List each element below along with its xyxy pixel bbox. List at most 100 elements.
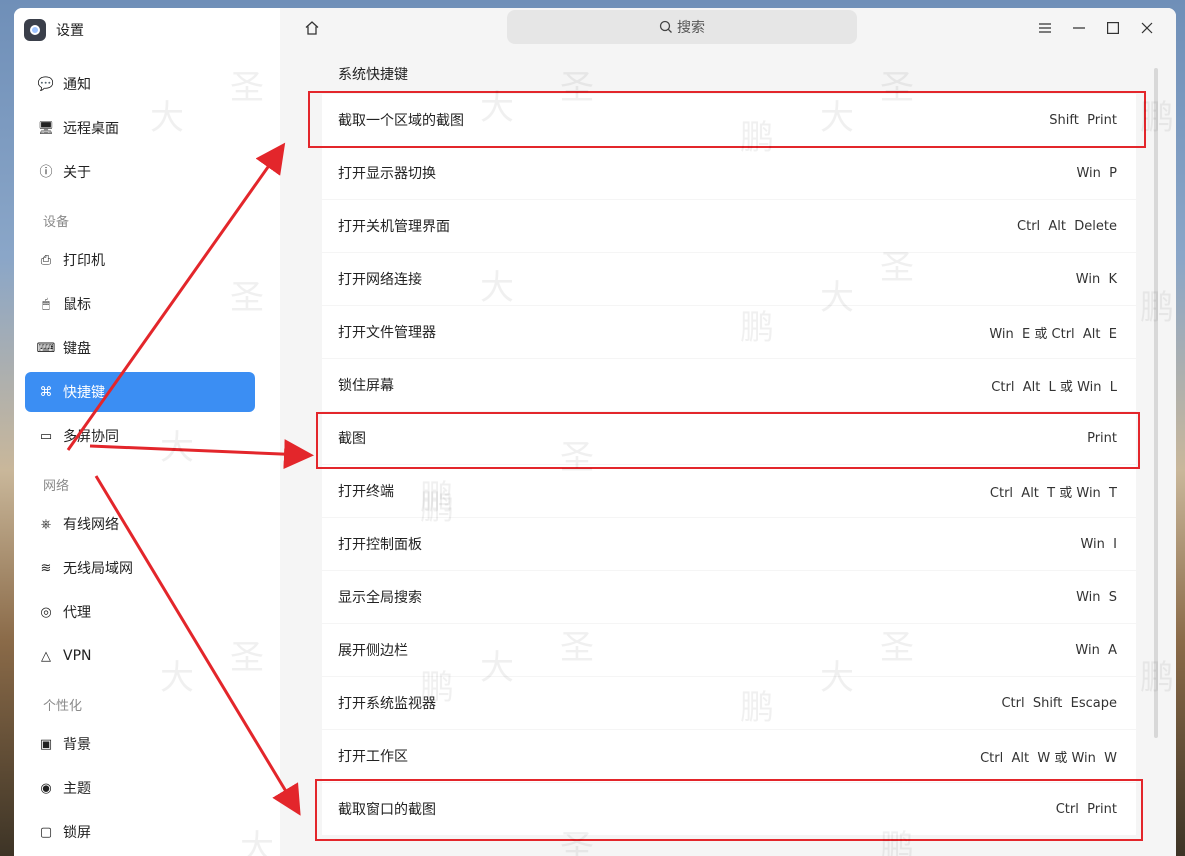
shortcut-name: 截取一个区域的截图 [338, 113, 464, 129]
home-icon [305, 21, 319, 35]
sidebar-item-label: 鼠标 [63, 297, 91, 313]
sidebar: 设置 💬 通知 🖥 远程桌面 ⓘ 关于 设备 ⎙ 打印机 🖱 鼠标 ⌨ 键盘 ⌘ 快捷键 ▭ 多屏协同 网络 ⎈ 有线… [14, 8, 280, 856]
sidebar-nav: 💬 通知 🖥 远程桌面 ⓘ 关于 设备 ⎙ 打印机 🖱 鼠标 ⌨ 键盘 ⌘ 快捷键 ▭ 多屏协同 网络 ⎈ 有线网络 ≋… [25, 64, 255, 856]
sidebar-item-label: 多屏协同 [63, 429, 119, 445]
shortcut-row[interactable]: 截取窗口的截图 Ctrl Print [322, 783, 1136, 835]
search-input[interactable]: 搜索 [507, 10, 857, 44]
shortcut-keys[interactable]: Win E 或 Ctrl Alt E [989, 323, 1117, 342]
image-icon: ▣ [39, 736, 53, 752]
sidebar-item-monitor[interactable]: 🖥 远程桌面 [25, 108, 255, 148]
window-controls [1028, 16, 1164, 40]
lock-screen-icon: ▢ [39, 824, 53, 840]
shortcut-keys[interactable]: Win K [1076, 272, 1117, 287]
sidebar-item-label: 锁屏 [63, 825, 91, 841]
sidebar-item-keyboard[interactable]: ⌨ 键盘 [25, 328, 255, 368]
shortcut-name: 截取窗口的截图 [338, 802, 436, 818]
info-icon: ⓘ [39, 164, 53, 180]
shortcut-name: 打开文件管理器 [338, 325, 436, 341]
sidebar-item-printer[interactable]: ⎙ 打印机 [25, 240, 255, 280]
shortcut-keys[interactable]: Ctrl Alt T 或 Win T [990, 482, 1117, 501]
sidebar-item-wifi[interactable]: ≋ 无线局域网 [25, 548, 255, 588]
sidebar-item-label: VPN [63, 648, 92, 664]
settings-window: 设置 💬 通知 🖥 远程桌面 ⓘ 关于 设备 ⎙ 打印机 🖱 鼠标 ⌨ 键盘 ⌘ 快捷键 ▭ 多屏协同 网络 ⎈ 有线… [14, 8, 1176, 856]
shortcut-name: 打开控制面板 [338, 537, 422, 553]
section-title: 系统快捷键 [338, 67, 408, 83]
mouse-icon: 🖱 [42, 296, 50, 312]
sidebar-item-label: 代理 [63, 605, 91, 621]
titlebar: 搜索 [280, 8, 1176, 48]
home-button[interactable] [302, 18, 322, 38]
monitor-icon: 🖥 [37, 120, 55, 136]
shortcut-row[interactable]: 打开控制面板 Win I [322, 518, 1136, 570]
sidebar-item-proxy[interactable]: ◎ 代理 [25, 592, 255, 632]
sidebar-item-mouse[interactable]: 🖱 鼠标 [25, 284, 255, 324]
sidebar-item-vpn[interactable]: △ VPN [25, 636, 255, 676]
sidebar-item-label: 键盘 [63, 341, 91, 357]
hamburger-icon [1039, 23, 1051, 33]
sidebar-item-image[interactable]: ▣ 背景 [25, 724, 255, 764]
shortcut-row[interactable]: 打开显示器切换 Win P [322, 147, 1136, 199]
sidebar-item-ethernet[interactable]: ⎈ 有线网络 [25, 504, 255, 544]
menu-button[interactable] [1028, 16, 1062, 40]
shortcut-name: 打开系统监视器 [338, 696, 436, 712]
search-icon [659, 20, 672, 33]
sidebar-section-title: 设备 [43, 215, 70, 230]
maximize-button[interactable] [1096, 16, 1130, 40]
close-icon [1141, 22, 1153, 34]
shortcut-row[interactable]: 打开网络连接 Win K [322, 253, 1136, 305]
shortcut-icon: ⌘ [39, 384, 53, 400]
shortcut-keys[interactable]: Win P [1076, 166, 1117, 181]
sidebar-item-shortcut[interactable]: ⌘ 快捷键 [25, 372, 255, 412]
main-panel: 搜索 系统快捷键 截取一个区域的截图 Shift Print 打开显示器切换 Win … [280, 8, 1176, 856]
chat-bubble-icon: 💬 [37, 76, 55, 92]
shortcut-row[interactable]: 打开关机管理界面 Ctrl Alt Delete [322, 200, 1136, 252]
shortcut-keys[interactable]: Win S [1076, 590, 1117, 605]
shortcut-row[interactable]: 打开终端 Ctrl Alt T 或 Win T [322, 465, 1136, 517]
vpn-icon: △ [41, 648, 51, 664]
minimize-icon [1073, 27, 1085, 29]
sidebar-item-multi-screen[interactable]: ▭ 多屏协同 [25, 416, 255, 456]
shortcut-row[interactable]: 截取一个区域的截图 Shift Print [322, 94, 1136, 146]
shortcut-keys[interactable]: Ctrl Shift Escape [1001, 696, 1117, 711]
sidebar-item-label: 快捷键 [63, 385, 105, 401]
sidebar-item-info[interactable]: ⓘ 关于 [25, 152, 255, 192]
shortcut-keys[interactable]: Shift Print [1049, 113, 1117, 128]
shortcut-row[interactable]: 锁住屏幕 Ctrl Alt L 或 Win L [322, 359, 1136, 411]
shortcut-name: 打开工作区 [338, 749, 408, 765]
shortcut-keys[interactable]: Print [1087, 431, 1117, 446]
shortcut-keys[interactable]: Win A [1075, 643, 1117, 658]
shortcut-row[interactable]: 打开文件管理器 Win E 或 Ctrl Alt E [322, 306, 1136, 358]
scrollbar[interactable] [1154, 68, 1158, 738]
shortcut-name: 打开关机管理界面 [338, 219, 450, 235]
wifi-icon: ≋ [40, 560, 52, 576]
shortcut-name: 打开网络连接 [338, 272, 422, 288]
maximize-icon [1107, 22, 1119, 34]
app-title: 设置 [56, 23, 84, 39]
shortcut-keys[interactable]: Ctrl Alt Delete [1017, 219, 1117, 234]
sidebar-item-palette[interactable]: ◉ 主题 [25, 768, 255, 808]
shortcut-row[interactable]: 展开侧边栏 Win A [322, 624, 1136, 676]
shortcut-name: 打开显示器切换 [338, 166, 436, 182]
shortcut-list: 系统快捷键 截取一个区域的截图 Shift Print 打开显示器切换 Win P 打开… [322, 64, 1136, 836]
shortcut-row[interactable]: 打开工作区 Ctrl Alt W 或 Win W [322, 730, 1136, 782]
sidebar-item-chat-bubble[interactable]: 💬 通知 [25, 64, 255, 104]
shortcut-row[interactable]: 显示全局搜索 Win S [322, 571, 1136, 623]
keyboard-icon: ⌨ [36, 340, 56, 356]
app-header: 设置 [24, 18, 84, 42]
shortcut-keys[interactable]: Ctrl Print [1056, 802, 1117, 817]
shortcut-keys[interactable]: Ctrl Alt W 或 Win W [980, 747, 1117, 766]
shortcut-name: 截图 [338, 431, 366, 447]
sidebar-item-label: 关于 [63, 165, 91, 181]
settings-app-icon [24, 19, 46, 41]
sidebar-item-label: 远程桌面 [63, 121, 119, 137]
shortcut-row[interactable]: 截图 Print [322, 412, 1136, 464]
close-button[interactable] [1130, 16, 1164, 40]
shortcut-name: 锁住屏幕 [338, 378, 394, 394]
shortcut-keys[interactable]: Ctrl Alt L 或 Win L [991, 376, 1117, 395]
shortcut-row[interactable]: 打开系统监视器 Ctrl Shift Escape [322, 677, 1136, 729]
sidebar-item-lock-screen[interactable]: ▢ 锁屏 [25, 812, 255, 852]
sidebar-item-label: 通知 [63, 77, 91, 93]
shortcut-keys[interactable]: Win I [1080, 537, 1117, 552]
sidebar-item-label: 无线局域网 [63, 561, 133, 577]
minimize-button[interactable] [1062, 16, 1096, 40]
